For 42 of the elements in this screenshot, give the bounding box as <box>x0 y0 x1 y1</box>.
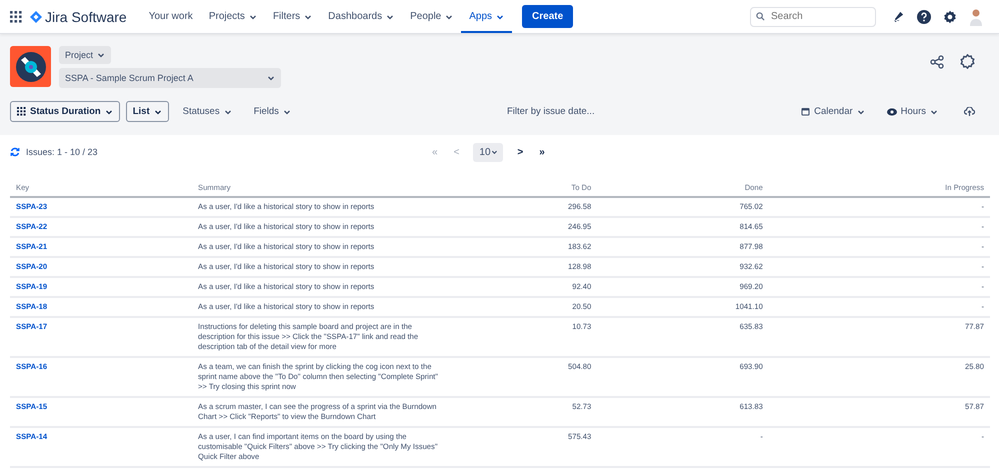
page-size-select[interactable]: 10 <box>473 142 504 162</box>
chevron-down-icon <box>267 74 275 82</box>
user-avatar[interactable] <box>969 8 983 26</box>
pager-button[interactable]: > <box>515 146 526 158</box>
date-filter-field[interactable]: Filter by issue date... <box>504 105 659 118</box>
nav-menu-item[interactable]: Dashboards <box>320 0 402 33</box>
chevron-down-icon <box>224 108 232 116</box>
share-icon[interactable] <box>930 54 944 68</box>
chevron-down-icon <box>97 51 106 59</box>
filter-dropdown[interactable]: Statuses <box>174 102 240 121</box>
project-type-dropdown[interactable]: Project <box>59 46 112 64</box>
calendar-dropdown[interactable]: Calendar <box>793 102 873 121</box>
product-name[interactable]: Jira Software <box>45 8 127 24</box>
issues-count: Issues: 1 - 10 / 23 <box>26 147 98 157</box>
nav-menu-item[interactable]: Filters <box>264 0 320 33</box>
time-unit-dropdown[interactable]: Hours <box>878 102 946 121</box>
nav-menu-item[interactable]: People <box>402 0 462 33</box>
grid-icon <box>17 107 26 116</box>
chevron-down-icon <box>856 108 865 116</box>
create-button[interactable]: Create <box>522 5 574 28</box>
chevron-down-icon <box>930 108 938 116</box>
refresh-icon[interactable] <box>10 147 20 157</box>
cloud-upload-icon[interactable] <box>964 106 975 116</box>
settings-icon[interactable] <box>960 54 975 69</box>
pager-button[interactable]: » <box>537 146 547 158</box>
project-select[interactable]: SSPA - Sample Scrum Project A <box>59 68 281 88</box>
view-dropdown[interactable]: List <box>126 101 169 122</box>
settings-icon[interactable] <box>943 10 957 24</box>
chevron-down-icon <box>282 108 291 116</box>
nav-menu-item[interactable]: Projects <box>200 0 265 33</box>
nav-menu-item[interactable]: Your work <box>140 0 201 33</box>
help-icon[interactable] <box>917 10 931 24</box>
report-type-dropdown[interactable]: Status Duration <box>10 101 120 122</box>
search-field[interactable]: Search <box>750 6 876 26</box>
app-switcher-icon[interactable] <box>10 10 22 22</box>
filter-dropdown[interactable]: Fields <box>246 102 299 121</box>
diamond-logo-icon <box>30 10 42 22</box>
calendar-icon <box>801 107 810 116</box>
chevron-down-icon <box>154 108 162 116</box>
chevron-down-icon <box>490 148 498 156</box>
chevron-down-icon <box>104 108 113 116</box>
eye-icon <box>886 108 897 116</box>
